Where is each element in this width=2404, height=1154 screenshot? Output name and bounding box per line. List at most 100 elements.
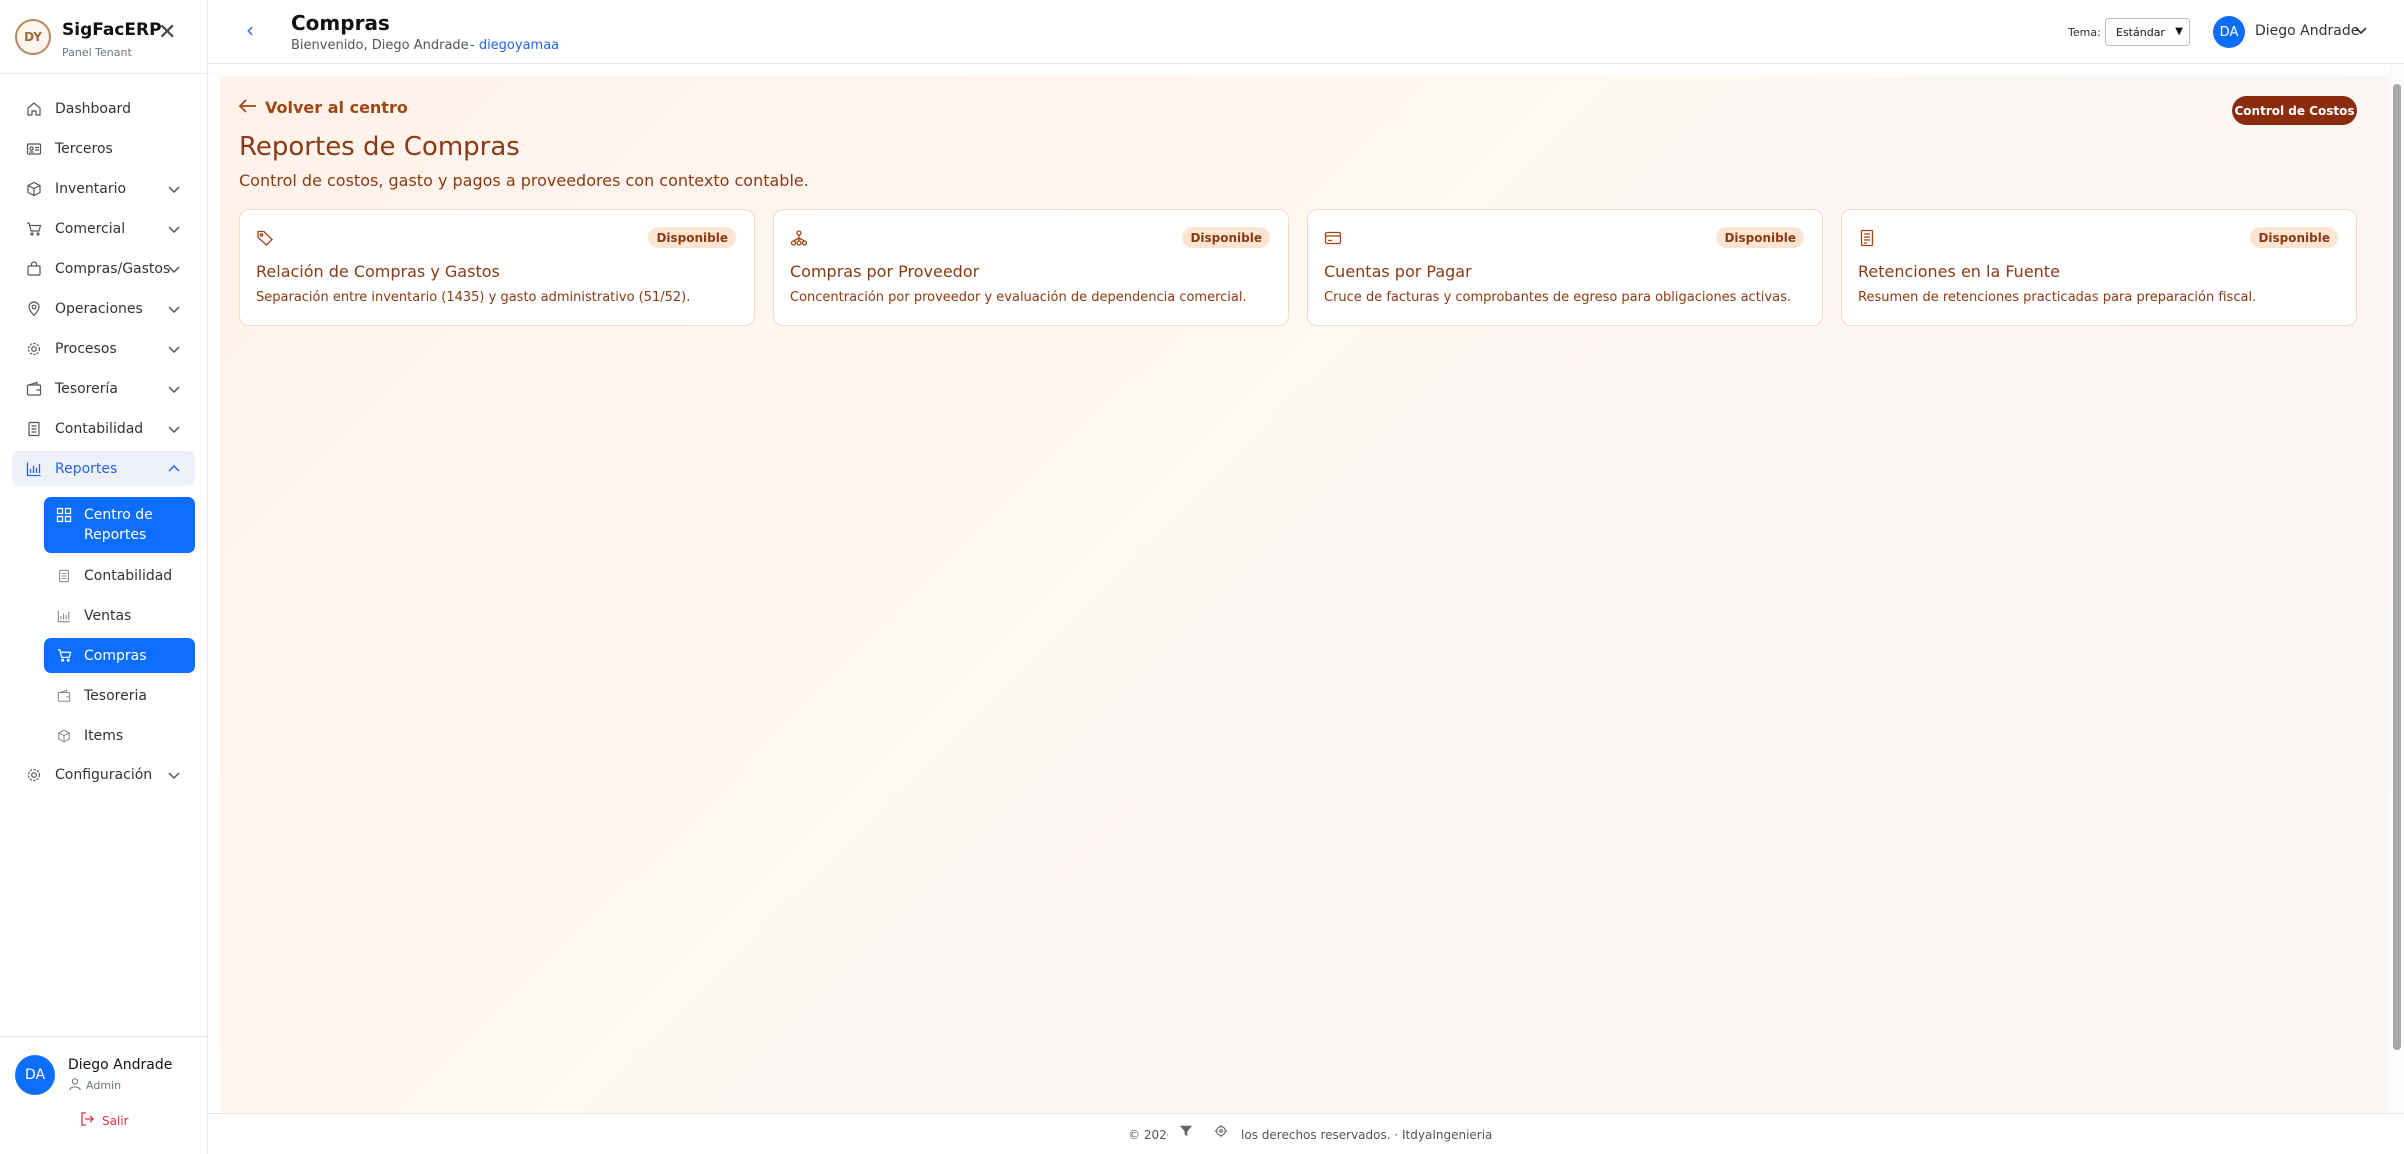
card-description: Concentración por proveedor y evaluación…: [790, 290, 1247, 305]
topbar-user-name[interactable]: Diego Andrade: [2255, 23, 2359, 39]
hierarchy-icon: [790, 230, 808, 246]
avatar[interactable]: DA: [2213, 16, 2245, 48]
sidebar-item-dashboard[interactable]: Dashboard: [12, 91, 195, 126]
card-title: Compras por Proveedor: [790, 262, 980, 281]
card-title: Retenciones en la Fuente: [1858, 262, 2060, 281]
sidebar-item-comercial[interactable]: Comercial: [12, 211, 195, 246]
sidebar-item-label: Configuración: [55, 766, 153, 783]
chevron-down-icon[interactable]: [165, 380, 183, 398]
chevron-down-icon[interactable]: [165, 220, 183, 238]
chevron-down-icon[interactable]: [165, 180, 183, 198]
scrollbar-thumb[interactable]: [2393, 84, 2401, 1050]
chevron-down-icon[interactable]: [165, 340, 183, 358]
back-chevron-icon[interactable]: ‹: [246, 18, 254, 42]
bar-chart-icon: [25, 460, 43, 478]
wallet-icon: [56, 688, 72, 704]
report-card[interactable]: Disponible Retenciones en la Fuente Resu…: [1841, 209, 2357, 326]
sidebar-item-configuracion[interactable]: Configuración: [12, 757, 195, 792]
sidebar-item-compras-gastos[interactable]: Compras/Gastos: [12, 251, 195, 286]
chevron-down-icon[interactable]: [165, 420, 183, 438]
reports-subtitle: Control de costos, gasto y pagos a prove…: [239, 171, 809, 190]
filter-icon[interactable]: [1179, 1123, 1193, 1142]
theme-select-value: Estándar: [2116, 25, 2165, 39]
report-card[interactable]: Disponible Cuentas por Pagar Cruce de fa…: [1307, 209, 1823, 326]
reportes-subnav: Centro de Reportes Contabilidad Ventas C…: [44, 497, 195, 758]
sidebar-item-label: Procesos: [55, 340, 117, 357]
credit-card-icon: [1324, 231, 1342, 245]
user-role-label: Admin: [86, 1079, 122, 1092]
report-card[interactable]: Disponible Compras por Proveedor Concent…: [773, 209, 1289, 326]
card-description: Resumen de retenciones practicadas para …: [1858, 290, 2257, 305]
close-sidebar-icon[interactable]: ✕: [158, 22, 176, 44]
avatar: DA: [15, 1055, 55, 1095]
chevron-down-icon[interactable]: [165, 300, 183, 318]
bag-icon: [25, 260, 43, 278]
sidebar-item-label: Compras: [84, 647, 147, 664]
reports-title: Reportes de Compras: [239, 132, 520, 162]
gear-icon: [25, 340, 43, 358]
back-to-center-link[interactable]: Volver al centro: [238, 98, 408, 117]
target-icon[interactable]: [1214, 1123, 1228, 1142]
sidebar-item-label: Tesoreria: [84, 687, 147, 704]
sidebar-item-label: Inventario: [55, 180, 127, 197]
brand-name: SigFacERP: [62, 20, 162, 40]
receipt-icon: [1860, 229, 1874, 247]
sidebar-item-label: Tesorería: [55, 380, 118, 397]
chevron-down-icon[interactable]: [2352, 22, 2370, 40]
box-icon: [56, 728, 72, 744]
grid-icon: [56, 507, 72, 523]
sidebar-item-tesoreria[interactable]: Tesorería: [12, 371, 195, 406]
sidebar-item-operaciones[interactable]: Operaciones: [12, 291, 195, 326]
sidebar-item-items[interactable]: Items: [44, 718, 195, 753]
sidebar-item-inventario[interactable]: Inventario: [12, 171, 195, 206]
sidebar-item-label: Dashboard: [55, 100, 131, 117]
sidebar-item-label: Reportes: [55, 460, 118, 477]
sidebar-item-procesos[interactable]: Procesos: [12, 331, 195, 366]
cart-icon: [56, 648, 72, 664]
card-description: Separación entre inventario (1435) y gas…: [256, 290, 691, 305]
status-badge: Disponible: [1182, 227, 1270, 248]
page-title: Compras: [291, 11, 390, 35]
sidebar-item-tesoreria-report[interactable]: Tesoreria: [44, 678, 195, 713]
sidebar-item-terceros[interactable]: Terceros: [12, 131, 195, 166]
footer: © 2026 odos los derechos reservados. · I…: [208, 1113, 2404, 1154]
sidebar-nav-bottom: Configuración: [12, 757, 195, 797]
ledger-icon: [25, 420, 43, 438]
logout-button[interactable]: Salir: [80, 1111, 129, 1130]
brand-logo: DY: [15, 19, 51, 55]
sidebar-item-reportes[interactable]: Reportes: [12, 451, 195, 486]
logout-label: Salir: [102, 1113, 129, 1128]
scrollbar[interactable]: [2390, 64, 2404, 1113]
chevron-up-icon[interactable]: [165, 460, 183, 478]
sidebar-item-ventas[interactable]: Ventas: [44, 598, 195, 633]
home-icon: [25, 100, 43, 118]
sidebar: DY SigFacERP Panel Tenant ✕ Dashboard Te…: [0, 0, 208, 1154]
devtools-overlay[interactable]: [1168, 1119, 1238, 1145]
sidebar-item-label: Contabilidad: [55, 420, 144, 437]
chevron-down-icon[interactable]: [165, 766, 183, 784]
ledger-icon: [56, 568, 72, 584]
control-de-costos-button[interactable]: Control de Costos: [2232, 96, 2357, 125]
sidebar-item-label: Compras/Gastos: [55, 260, 171, 277]
brand-subtitle: Panel Tenant: [62, 46, 132, 59]
chevron-down-icon[interactable]: [165, 260, 183, 278]
user-handle[interactable]: - diegoyamaa: [470, 38, 559, 53]
theme-select[interactable]: Estándar ▼: [2105, 18, 2190, 46]
select-arrow-icon: ▼: [2175, 26, 2183, 37]
sidebar-item-contabilidad[interactable]: Contabilidad: [12, 411, 195, 446]
sidebar-item-centro-de-reportes[interactable]: Centro de Reportes: [44, 497, 195, 553]
brand-header: DY SigFacERP Panel Tenant ✕: [0, 0, 207, 74]
topbar: ‹ Compras Bienvenido, Diego Andrade - di…: [208, 0, 2404, 64]
sidebar-user: DA Diego Andrade Admin Salir: [0, 1036, 208, 1154]
sidebar-nav: Dashboard Terceros Inventario Comercial …: [12, 91, 195, 491]
sidebar-item-contabilidad-report[interactable]: Contabilidad: [44, 558, 195, 593]
tag-icon: [257, 230, 273, 246]
gear-icon: [25, 766, 43, 784]
report-card[interactable]: Disponible Relación de Compras y Gastos …: [239, 209, 755, 326]
cart-icon: [25, 220, 43, 238]
logout-icon: [80, 1111, 96, 1130]
sidebar-item-compras[interactable]: Compras: [44, 638, 195, 673]
sidebar-item-label: Comercial: [55, 220, 126, 237]
user-name: Diego Andrade: [68, 1057, 173, 1073]
sidebar-item-label: Operaciones: [55, 300, 143, 317]
